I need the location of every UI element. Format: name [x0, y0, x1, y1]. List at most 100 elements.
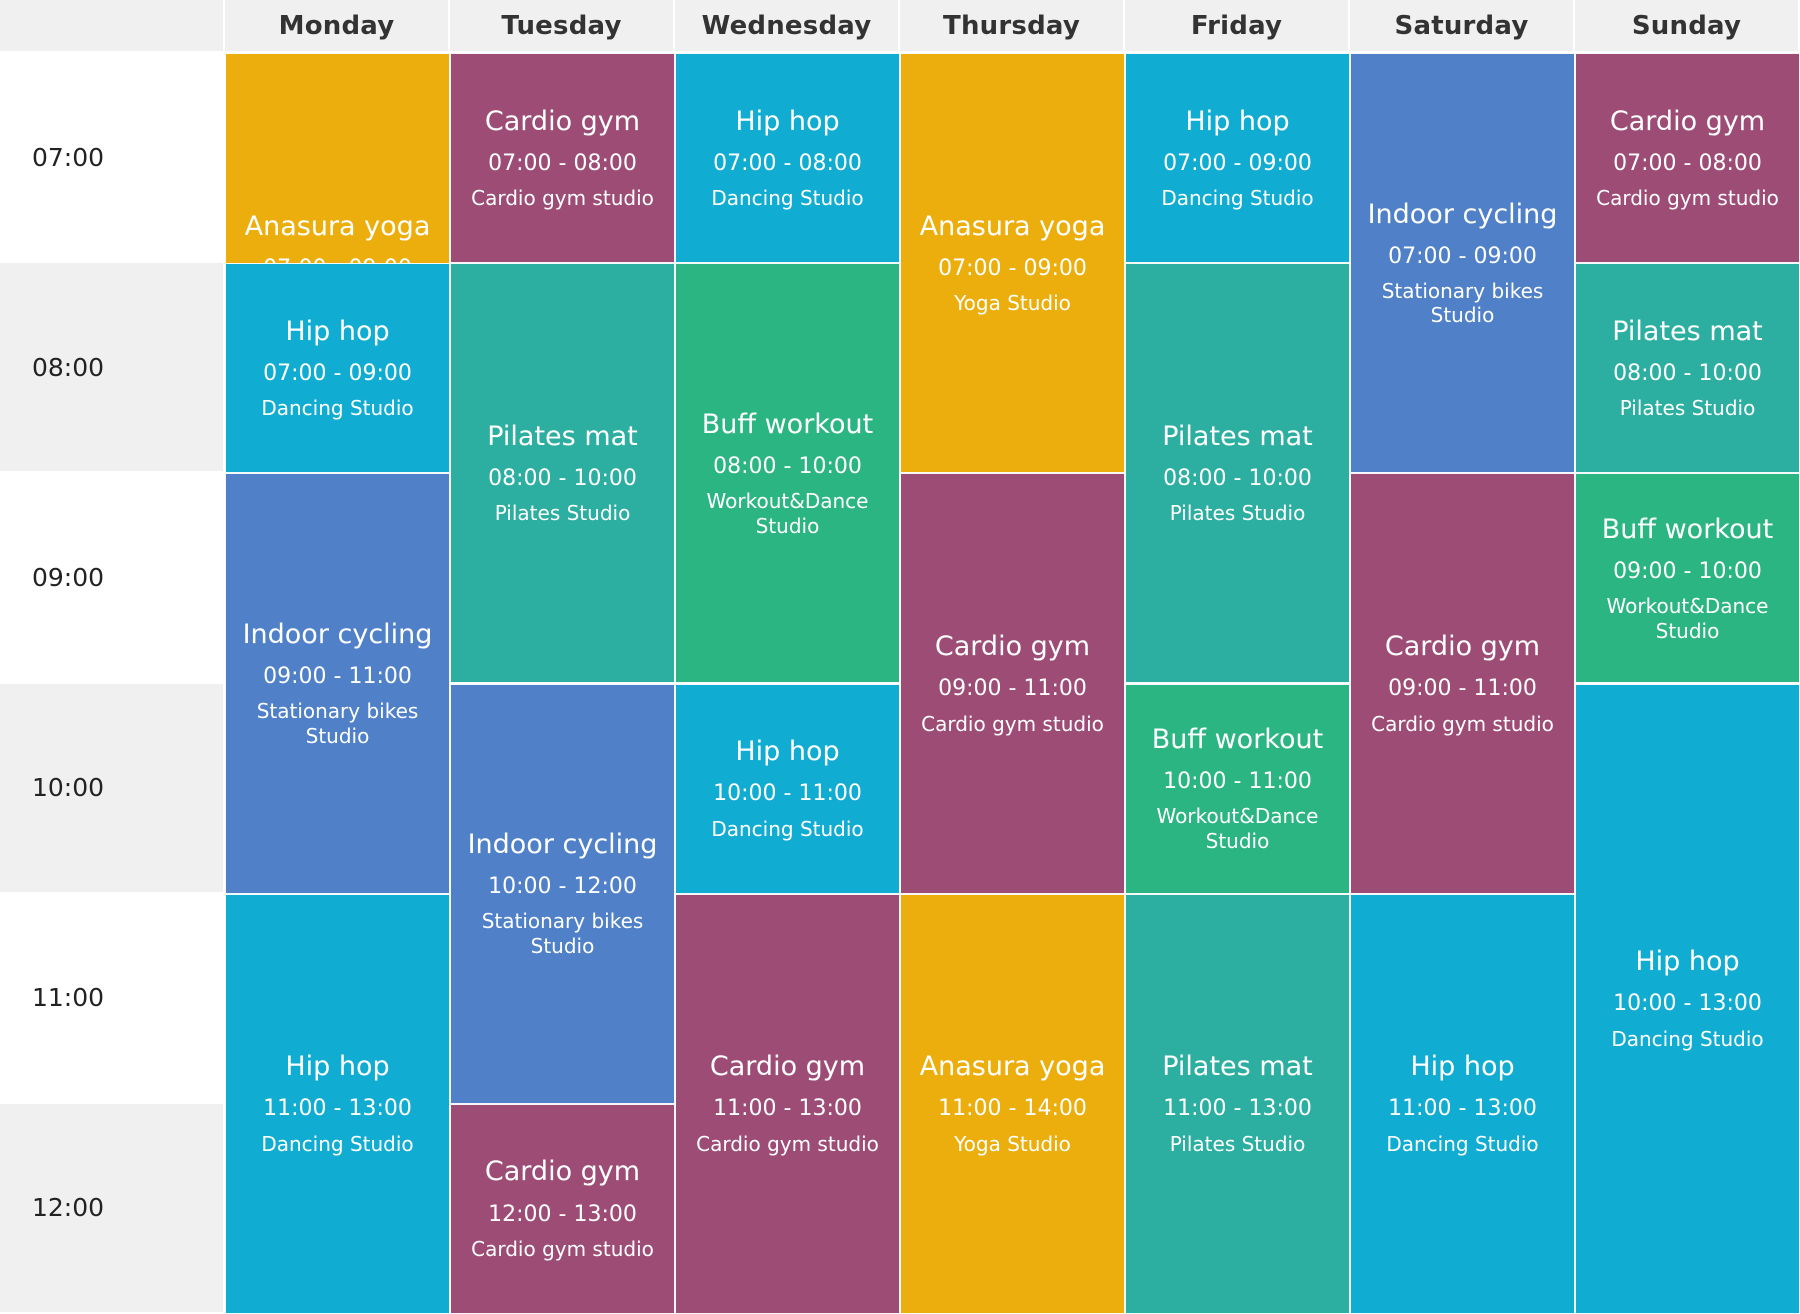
time-label-text: 08:00 — [32, 352, 105, 382]
time-label-0700: 07:00 — [0, 53, 225, 264]
event-title: Anasura yoga — [919, 210, 1106, 242]
day-header-wednesday[interactable]: Wednesday — [675, 0, 900, 53]
event-title: Hip hop — [285, 315, 390, 347]
event-room: Pilates Studio — [1169, 501, 1306, 526]
event-block[interactable]: Pilates mat 08:00 - 10:00 Pilates Studio — [1125, 263, 1350, 684]
event-room: Cardio gym studio — [1371, 711, 1554, 736]
event-time-range: 09:00 - 11:00 — [938, 676, 1087, 702]
event-block[interactable]: Pilates mat 08:00 - 10:00 Pilates Studio — [1575, 263, 1800, 474]
event-title: Cardio gym — [1384, 631, 1541, 663]
event-block[interactable]: Indoor cycling 07:00 - 09:00 Stationary bi… — [1350, 53, 1575, 474]
event-title: Cardio gym — [709, 1051, 866, 1083]
event-title: Hip hop — [285, 1051, 390, 1083]
event-block[interactable]: Pilates mat 08:00 - 10:00 Pilates Studio — [450, 263, 675, 684]
event-block[interactable]: Cardio gym 12:00 - 13:00 Cardio gym studio — [450, 1103, 675, 1314]
event-block[interactable]: Cardio gym 07:00 - 08:00 Cardio gym studio — [1575, 53, 1800, 264]
day-header-tuesday[interactable]: Tuesday — [450, 0, 675, 53]
event-room: Dancing Studio — [1161, 186, 1314, 211]
event-block[interactable]: Anasura yoga 11:00 - 14:00 Yoga Studio — [900, 893, 1125, 1314]
time-label-0900: 09:00 — [0, 473, 225, 684]
day-header-thursday[interactable]: Thursday — [900, 0, 1125, 53]
time-label-text: 11:00 — [32, 983, 105, 1013]
event-block[interactable]: Cardio gym 09:00 - 11:00 Cardio gym studio — [1350, 473, 1575, 894]
event-block[interactable]: Cardio gym 09:00 - 11:00 Cardio gym studio — [900, 473, 1125, 894]
time-label-text: 10:00 — [32, 773, 105, 803]
weekly-schedule-calendar: 07:00 08:00 09:00 10:00 11:00 12:00 Monday Tue… — [0, 0, 1800, 1314]
event-time-range: 11:00 - 13:00 — [1163, 1096, 1312, 1122]
event-block[interactable]: Hip hop 07:00 - 09:00 Dancing Studio — [1125, 53, 1350, 264]
event-time-range: 11:00 - 13:00 — [1388, 1096, 1537, 1122]
event-block[interactable]: Buff workout 08:00 - 10:00 Workout&Dance S… — [675, 263, 900, 684]
event-block[interactable]: Cardio gym 07:00 - 08:00 Cardio gym studio — [450, 53, 675, 264]
event-room: Cardio gym studio — [471, 186, 654, 211]
event-block[interactable]: Buff workout 09:00 - 10:00 Workout&Dance S… — [1575, 473, 1800, 684]
event-block[interactable]: Buff workout 10:00 - 11:00 Workout&Dance S… — [1125, 683, 1350, 894]
event-title: Buff workout — [1151, 723, 1324, 755]
event-time-range: 08:00 - 10:00 — [1613, 360, 1762, 386]
event-title: Hip hop — [1185, 105, 1290, 137]
event-time-range: 11:00 - 13:00 — [713, 1096, 862, 1122]
event-time-range: 07:00 - 09:00 — [938, 255, 1087, 281]
event-time-range: 10:00 - 12:00 — [488, 874, 637, 900]
event-title: Indoor cycling — [1367, 198, 1558, 230]
event-room: Dancing Studio — [711, 816, 864, 841]
event-title: Anasura yoga — [919, 1051, 1106, 1083]
event-time-range: 08:00 - 10:00 — [713, 453, 862, 479]
day-header-sunday[interactable]: Sunday — [1575, 0, 1800, 53]
event-title: Hip hop — [1635, 946, 1740, 978]
event-time-range: 08:00 - 10:00 — [1163, 465, 1312, 491]
day-header-friday[interactable]: Friday — [1125, 0, 1350, 53]
event-title: Buff workout — [1601, 513, 1774, 545]
event-block[interactable]: Hip hop 10:00 - 11:00 Dancing Studio — [675, 683, 900, 894]
event-title: Cardio gym — [484, 1156, 641, 1188]
calendar-header-row: Monday Tuesday Wednesday Thursday Friday Satu… — [0, 0, 1800, 53]
event-room: Cardio gym studio — [696, 1131, 879, 1156]
event-room: Dancing Studio — [1611, 1026, 1764, 1051]
calendar-corner-cell — [0, 0, 225, 53]
time-label-text: 09:00 — [32, 562, 105, 592]
time-label-1200: 12:00 — [0, 1103, 225, 1314]
event-title: Indoor cycling — [242, 618, 433, 650]
event-title: Buff workout — [701, 408, 874, 440]
event-room: Stationary bikes Studio — [481, 909, 644, 958]
event-block[interactable]: Hip hop 11:00 - 13:00 Dancing Studio — [1350, 893, 1575, 1314]
event-block[interactable]: Hip hop 11:00 - 13:00 Dancing Studio — [225, 893, 450, 1314]
event-time-range: 09:00 - 11:00 — [263, 663, 412, 689]
event-time-range: 07:00 - 09:00 — [1163, 150, 1312, 176]
event-time-range: 11:00 - 13:00 — [263, 1096, 412, 1122]
event-block[interactable]: Hip hop 07:00 - 08:00 Dancing Studio — [675, 53, 900, 264]
event-title: Cardio gym — [934, 631, 1091, 663]
event-title: Indoor cycling — [467, 829, 658, 861]
event-time-range: 10:00 - 11:00 — [1163, 769, 1312, 795]
event-room: Dancing Studio — [711, 186, 864, 211]
event-title: Hip hop — [1410, 1051, 1515, 1083]
event-block[interactable]: Hip hop 07:00 - 09:00 Dancing Studio — [225, 263, 450, 474]
event-room: Yoga Studio — [954, 1131, 1071, 1156]
event-block[interactable]: Indoor cycling 09:00 - 11:00 Stationary bi… — [225, 473, 450, 894]
event-room: Pilates Studio — [494, 501, 631, 526]
event-room: Cardio gym studio — [1596, 186, 1779, 211]
event-room: Yoga Studio — [954, 291, 1071, 316]
event-room: Workout&Dance Studio — [1606, 594, 1769, 643]
event-time-range: 09:00 - 10:00 — [1613, 558, 1762, 584]
event-room: Workout&Dance Studio — [706, 489, 869, 538]
event-block[interactable]: Cardio gym 11:00 - 13:00 Cardio gym studio — [675, 893, 900, 1314]
event-time-range: 07:00 - 09:00 — [263, 360, 412, 386]
event-room: Stationary bikes Studio — [1381, 278, 1544, 328]
event-block[interactable]: Hip hop 10:00 - 13:00 Dancing Studio — [1575, 683, 1800, 1314]
event-time-range: 10:00 - 13:00 — [1613, 991, 1762, 1017]
event-time-range: 07:00 - 08:00 — [1613, 150, 1762, 176]
event-time-range: 07:00 - 08:00 — [713, 150, 862, 176]
event-time-range: 07:00 - 09:00 — [1388, 243, 1537, 269]
event-room: Workout&Dance Studio — [1156, 804, 1319, 853]
event-block[interactable]: Anasura yoga 07:00 - 09:00 Yoga Studio — [900, 53, 1125, 474]
event-title: Hip hop — [735, 736, 840, 768]
time-label-0800: 08:00 — [0, 263, 225, 474]
day-header-saturday[interactable]: Saturday — [1350, 0, 1575, 53]
day-header-monday[interactable]: Monday — [225, 0, 450, 53]
event-title: Pilates mat — [1162, 1051, 1313, 1083]
event-block[interactable]: Indoor cycling 10:00 - 12:00 Stationary bi… — [450, 683, 675, 1104]
event-time-range: 09:00 - 11:00 — [1388, 676, 1537, 702]
event-block[interactable]: Pilates mat 11:00 - 13:00 Pilates Studio — [1125, 893, 1350, 1314]
event-room: Stationary bikes Studio — [256, 699, 419, 748]
